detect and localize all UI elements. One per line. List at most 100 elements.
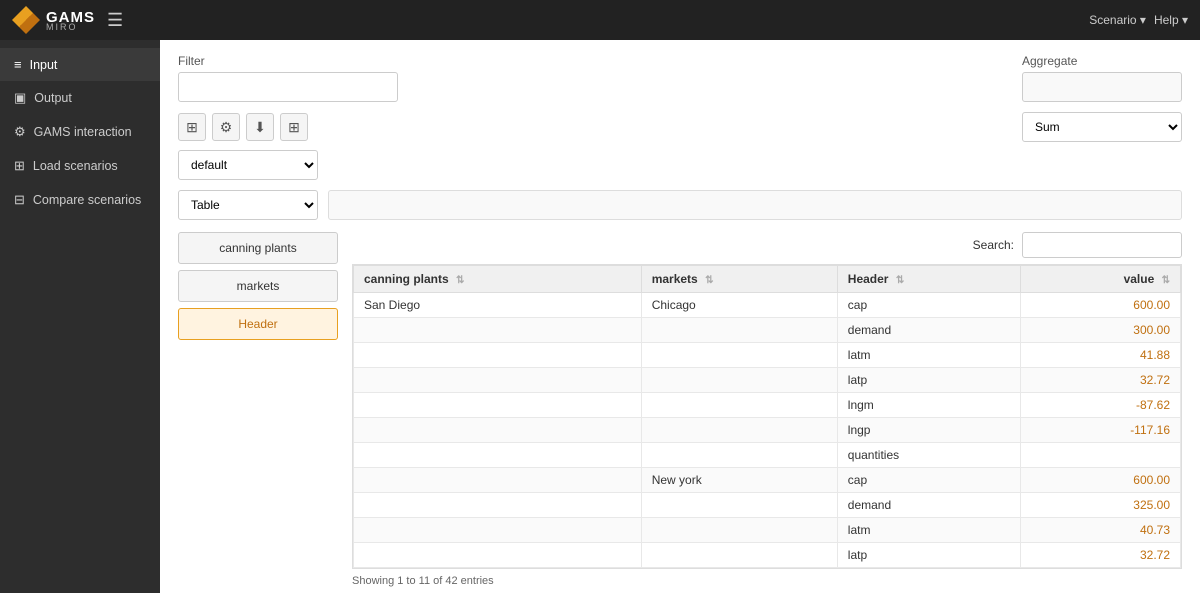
cell-markets: [641, 318, 837, 343]
cell-header: latp: [837, 368, 1020, 393]
cell-header: cap: [837, 293, 1020, 318]
group-btn-markets[interactable]: markets: [178, 270, 338, 302]
cell-value: -117.16: [1021, 418, 1181, 443]
cell-value: 32.72: [1021, 543, 1181, 568]
cell-header: demand: [837, 318, 1020, 343]
table-header-row: canning plants ⇅ markets ⇅ Header ⇅: [354, 266, 1181, 293]
cell-markets: [641, 443, 837, 468]
sidebar-item-load[interactable]: ⊞ Load scenarios: [0, 149, 160, 183]
tool-btn-expand[interactable]: ⊞: [178, 113, 206, 141]
cell-canning_plants: [354, 318, 642, 343]
cell-canning_plants: [354, 343, 642, 368]
logo: GAMS MIRO: [12, 6, 95, 34]
filter-input[interactable]: [178, 72, 398, 102]
group-btn-header[interactable]: Header: [178, 308, 338, 340]
sidebar-label-compare: Compare scenarios: [33, 193, 141, 207]
content-area: Filter Aggregate ⊞ ⚙ ⬇ ⊞ Sum Mean Max Mi…: [160, 40, 1200, 593]
right-panel: Search: canning plants ⇅: [352, 232, 1182, 587]
cell-markets: Chicago: [641, 293, 837, 318]
col-header-header[interactable]: Header ⇅: [837, 266, 1020, 293]
sidebar-item-input[interactable]: ≡ Input: [0, 48, 160, 81]
sidebar-label-load: Load scenarios: [33, 159, 118, 173]
filter-section: Filter: [178, 54, 398, 102]
cell-markets: [641, 518, 837, 543]
aggregate-label: Aggregate: [1022, 54, 1182, 68]
cell-canning_plants: [354, 518, 642, 543]
cell-value: 40.73: [1021, 518, 1181, 543]
filter-label: Filter: [178, 54, 398, 68]
sum-dropdown[interactable]: Sum Mean Max Min: [1022, 112, 1182, 142]
col-header-value[interactable]: value ⇅: [1021, 266, 1181, 293]
cell-header: lngp: [837, 418, 1020, 443]
table-row: quantities: [354, 443, 1181, 468]
tool-btn-download[interactable]: ⬇: [246, 113, 274, 141]
sidebar-label-input: Input: [30, 58, 58, 72]
cell-header: quantities: [837, 443, 1020, 468]
search-input[interactable]: [1022, 232, 1182, 258]
sidebar-item-output[interactable]: ▣ Output: [0, 81, 160, 115]
tool-btn-grid[interactable]: ⊞: [280, 113, 308, 141]
navbar: GAMS MIRO ☰ Scenario ▾ Help ▾: [0, 0, 1200, 40]
sort-icon-canning: ⇅: [456, 275, 464, 286]
cell-canning_plants: [354, 543, 642, 568]
view-dropdown[interactable]: Table Chart Map: [178, 190, 318, 220]
sidebar-item-compare[interactable]: ⊟ Compare scenarios: [0, 183, 160, 217]
default-dropdown[interactable]: default: [178, 150, 318, 180]
cell-canning_plants: [354, 468, 642, 493]
cell-value: 325.00: [1021, 493, 1181, 518]
cell-markets: New york: [641, 468, 837, 493]
sort-icon-markets: ⇅: [705, 275, 713, 286]
output-icon: ▣: [14, 90, 26, 106]
search-label: Search:: [973, 238, 1014, 252]
hamburger-icon[interactable]: ☰: [107, 10, 123, 31]
cell-header: lngm: [837, 393, 1020, 418]
cell-value: 32.72: [1021, 368, 1181, 393]
aggregate-sum-area: Sum Mean Max Min: [1022, 112, 1182, 142]
cell-value: 600.00: [1021, 468, 1181, 493]
cell-canning_plants: [354, 393, 642, 418]
sidebar-label-output: Output: [34, 91, 72, 105]
sort-icon-header: ⇅: [896, 275, 904, 286]
filter-aggregate-row: Filter Aggregate: [178, 54, 1182, 102]
cell-value: 600.00: [1021, 293, 1181, 318]
scenario-button[interactable]: Scenario ▾: [1089, 13, 1146, 27]
table-row: lngp-117.16: [354, 418, 1181, 443]
data-table: canning plants ⇅ markets ⇅ Header ⇅: [353, 265, 1181, 568]
view-row: Table Chart Map: [178, 190, 1182, 220]
dropdowns-row: default: [178, 150, 1182, 180]
cell-markets: [641, 418, 837, 443]
navbar-left: GAMS MIRO ☰: [12, 6, 123, 34]
cell-markets: [641, 493, 837, 518]
tool-btn-settings[interactable]: ⚙: [212, 113, 240, 141]
view-preview: [328, 190, 1182, 220]
cell-header: latp: [837, 543, 1020, 568]
cell-markets: [641, 343, 837, 368]
cell-value: 300.00: [1021, 318, 1181, 343]
aggregate-input[interactable]: [1022, 72, 1182, 102]
group-btn-canning[interactable]: canning plants: [178, 232, 338, 264]
aggregate-section: Aggregate: [1022, 54, 1182, 102]
sort-icon-value: ⇅: [1162, 275, 1170, 286]
cell-canning_plants: [354, 493, 642, 518]
cell-header: latm: [837, 343, 1020, 368]
below-row: canning plants markets Header Search:: [178, 232, 1182, 587]
gams-icon: ⚙: [14, 124, 26, 140]
col-header-canning[interactable]: canning plants ⇅: [354, 266, 642, 293]
sidebar-item-gams[interactable]: ⚙ GAMS interaction: [0, 115, 160, 149]
table-row: latp32.72: [354, 543, 1181, 568]
navbar-right: Scenario ▾ Help ▾: [1089, 13, 1188, 27]
toolbar-row: ⊞ ⚙ ⬇ ⊞ Sum Mean Max Min: [178, 112, 1182, 142]
logo-text-block: GAMS MIRO: [46, 9, 95, 32]
table-row: lngm-87.62: [354, 393, 1181, 418]
table-body: San DiegoChicagocap600.00demand300.00lat…: [354, 293, 1181, 568]
table-row: demand300.00: [354, 318, 1181, 343]
col-header-markets[interactable]: markets ⇅: [641, 266, 837, 293]
left-panel: canning plants markets Header: [178, 232, 338, 346]
data-table-container[interactable]: canning plants ⇅ markets ⇅ Header ⇅: [352, 264, 1182, 569]
table-row: demand325.00: [354, 493, 1181, 518]
help-button[interactable]: Help ▾: [1154, 13, 1188, 27]
cell-value: [1021, 443, 1181, 468]
cell-header: demand: [837, 493, 1020, 518]
table-row: New yorkcap600.00: [354, 468, 1181, 493]
sidebar-label-gams: GAMS interaction: [34, 125, 132, 139]
